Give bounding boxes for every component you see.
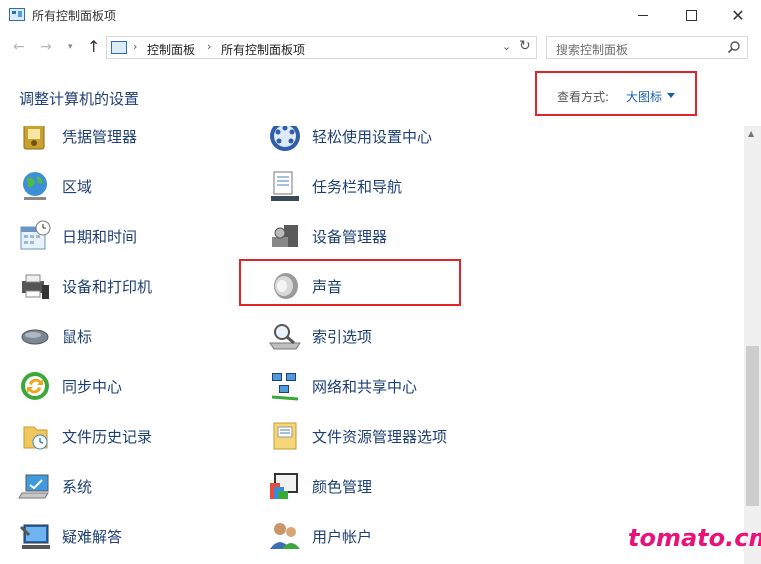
breadcrumb-separator-icon[interactable]: › (133, 40, 137, 53)
minimize-button[interactable] (620, 0, 666, 31)
item-label: 系统 (62, 477, 93, 496)
item-user-accounts[interactable]: 用户帐户 (268, 516, 372, 556)
item-label: 轻松使用设置中心 (312, 127, 433, 146)
ease-of-access-icon (270, 126, 300, 151)
view-by-label: 查看方式: (557, 90, 610, 104)
item-devices-printers[interactable]: 设备和打印机 (18, 266, 152, 306)
item-ease-of-access[interactable]: 轻松使用设置中心 (268, 126, 432, 156)
address-history-chevron-down-icon[interactable]: ⌄ (502, 40, 511, 53)
item-label: 鼠标 (62, 327, 93, 346)
item-label: 设备和打印机 (62, 277, 153, 296)
item-label: 疑难解答 (62, 527, 123, 546)
breadcrumb-separator-icon[interactable]: › (207, 40, 211, 53)
item-credential-manager[interactable]: 凭据管理器 (18, 126, 137, 156)
control-panel-icon (9, 8, 25, 21)
credential-manager-icon (23, 126, 45, 150)
item-label: 同步中心 (62, 377, 123, 396)
address-bar[interactable]: › 控制面板 › 所有控制面板项 ⌄ ↻ (106, 36, 537, 59)
region-globe-icon (23, 172, 47, 200)
item-file-history[interactable]: 文件历史记录 (18, 416, 152, 456)
item-taskbar-navigation[interactable]: 任务栏和导航 (268, 166, 402, 206)
recent-locations-chevron-down-icon[interactable]: ▾ (68, 42, 73, 52)
device-manager-icon (272, 225, 298, 247)
system-icon (18, 474, 49, 499)
troubleshooting-icon (19, 524, 50, 549)
close-icon: ✕ (731, 6, 745, 25)
file-history-icon (23, 426, 48, 450)
sound-highlight (239, 259, 461, 306)
taskbar-navigation-icon (271, 171, 299, 201)
mouse-icon (21, 329, 49, 345)
refresh-icon[interactable]: ↻ (519, 38, 531, 54)
network-sharing-icon (271, 373, 299, 401)
control-panel-icon (111, 41, 127, 54)
page-title: 调整计算机的设置 (19, 90, 140, 108)
scrollbar-thumb[interactable] (746, 346, 759, 506)
date-time-icon (20, 220, 51, 250)
sync-center-icon (21, 372, 49, 400)
vertical-scrollbar[interactable]: ▲ (744, 126, 761, 564)
item-device-manager[interactable]: 设备管理器 (268, 216, 387, 256)
item-system[interactable]: 系统 (18, 466, 92, 506)
item-file-explorer-options[interactable]: 文件资源管理器选项 (268, 416, 447, 456)
item-label: 索引选项 (312, 327, 373, 346)
breadcrumb-control-panel[interactable]: 控制面板 (147, 41, 195, 58)
search-icon[interactable] (727, 40, 741, 54)
user-accounts-icon (270, 523, 300, 549)
item-label: 颜色管理 (312, 477, 373, 496)
search-input[interactable]: 搜索控制面板 (556, 41, 628, 58)
item-label: 文件历史记录 (62, 427, 153, 446)
control-panel-items: 凭据管理器 区域 日期和时间 设备和打印机 鼠标 同步中心 文件历史记录 系统 … (0, 126, 744, 564)
close-button[interactable]: ✕ (715, 0, 761, 31)
color-management-icon (270, 473, 298, 499)
view-by-chevron-down-icon[interactable] (667, 93, 675, 98)
scroll-up-arrow-icon[interactable]: ▲ (748, 129, 754, 138)
item-troubleshooting[interactable]: 疑难解答 (18, 516, 122, 556)
item-color-management[interactable]: 颜色管理 (268, 466, 372, 506)
item-indexing-options[interactable]: 索引选项 (268, 316, 372, 356)
item-date-time[interactable]: 日期和时间 (18, 216, 137, 256)
title-bar: 所有控制面板项 ✕ (0, 0, 761, 31)
back-button[interactable]: ← (13, 39, 25, 55)
breadcrumb-all-items[interactable]: 所有控制面板项 (221, 41, 305, 58)
maximize-button[interactable] (668, 0, 714, 31)
item-sync-center[interactable]: 同步中心 (18, 366, 122, 406)
navigation-bar: ← → ▾ ↑ › 控制面板 › 所有控制面板项 ⌄ ↻ 搜索控制面板 (0, 31, 761, 65)
devices-printers-icon (22, 274, 49, 299)
watermark: tomato.cm (628, 524, 761, 552)
item-label: 区域 (62, 177, 93, 196)
item-label: 文件资源管理器选项 (312, 427, 448, 446)
forward-button[interactable]: → (40, 39, 52, 55)
indexing-options-icon (269, 324, 301, 350)
item-region[interactable]: 区域 (18, 166, 92, 206)
file-explorer-options-icon (273, 422, 297, 450)
item-label: 日期和时间 (62, 227, 138, 246)
up-button[interactable]: ↑ (87, 37, 100, 56)
item-label: 任务栏和导航 (312, 177, 403, 196)
item-network-sharing[interactable]: 网络和共享中心 (268, 366, 417, 406)
search-box[interactable]: 搜索控制面板 (546, 36, 748, 59)
item-mouse[interactable]: 鼠标 (18, 316, 92, 356)
window-title: 所有控制面板项 (32, 9, 117, 23)
item-label: 网络和共享中心 (312, 377, 418, 396)
view-by-dropdown[interactable]: 大图标 (626, 88, 662, 105)
item-label: 设备管理器 (312, 227, 388, 246)
item-label: 用户帐户 (312, 527, 373, 546)
item-label: 凭据管理器 (62, 127, 138, 146)
